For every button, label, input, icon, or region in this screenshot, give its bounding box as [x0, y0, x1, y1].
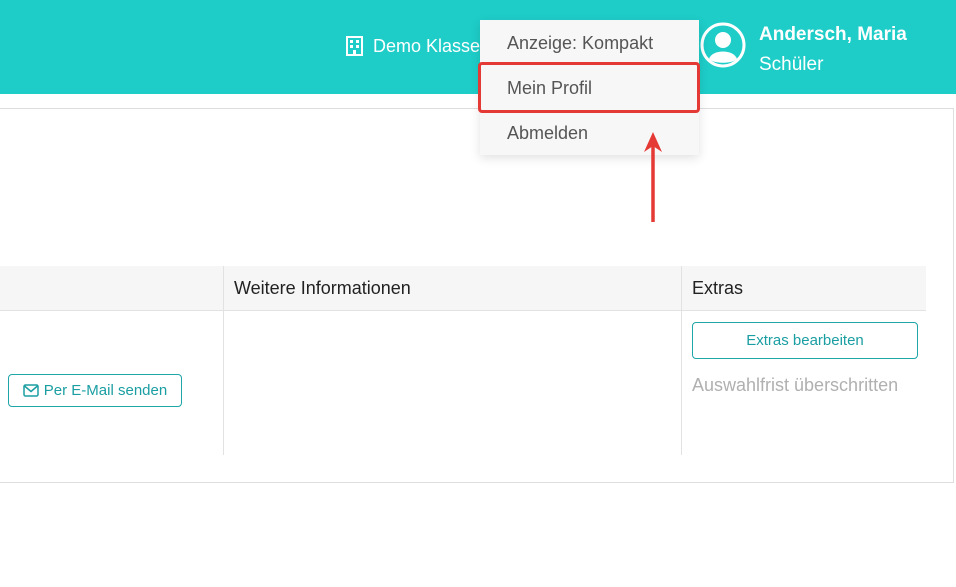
column-divider	[681, 266, 682, 455]
menu-item-display-compact[interactable]: Anzeige: Kompakt	[480, 21, 699, 65]
edit-extras-button[interactable]: Extras bearbeiten	[692, 322, 918, 359]
table-header	[0, 266, 926, 311]
school-selector[interactable]: Demo Klasse	[346, 33, 480, 59]
user-role: Schüler	[759, 54, 824, 75]
column-header-extras: Extras	[692, 278, 744, 298]
envelope-icon	[23, 384, 39, 397]
column-header-weitere-informationen: Weitere Informationen	[234, 278, 411, 298]
selection-deadline-status: Auswahlfrist überschritten	[692, 375, 899, 395]
top-navigation-bar: Demo Klasse Andersch, Maria Schüler	[0, 0, 956, 94]
building-icon	[346, 36, 363, 56]
column-divider	[223, 266, 224, 455]
user-name[interactable]: Andersch, Maria	[759, 24, 907, 46]
send-email-label: Per E-Mail senden	[43, 382, 168, 399]
school-name: Demo Klasse	[373, 35, 481, 56]
content-card: Weitere Informationen Extras Per E-Mail …	[0, 108, 954, 483]
user-avatar-icon[interactable]	[700, 22, 746, 68]
user-dropdown-menu: Anzeige: Kompakt Mein Profil Abmelden	[480, 20, 699, 155]
send-email-button[interactable]: Per E-Mail senden	[8, 374, 182, 407]
menu-item-my-profile[interactable]: Mein Profil	[480, 66, 699, 110]
menu-item-logout[interactable]: Abmelden	[480, 111, 699, 155]
